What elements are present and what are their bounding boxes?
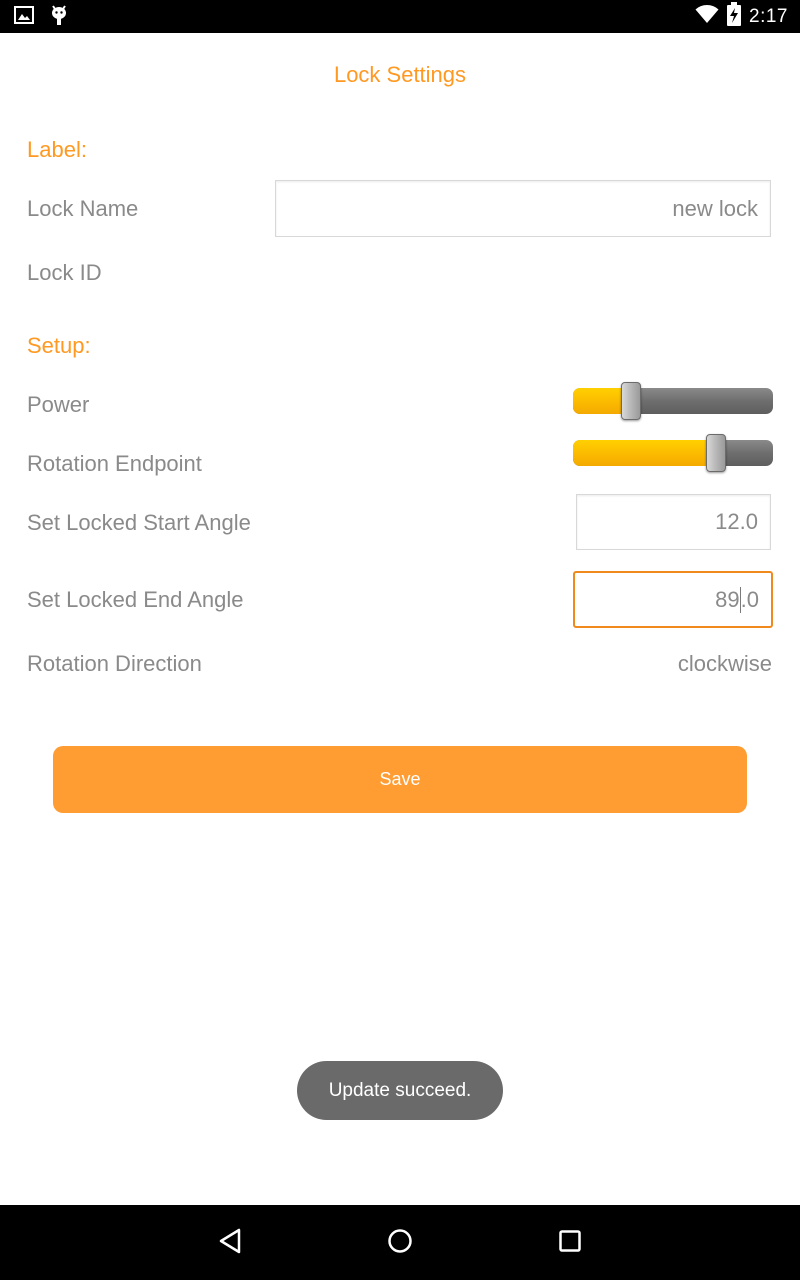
back-icon [217,1227,243,1260]
end-angle-value-before-cursor: 89 [715,586,740,612]
rotation-endpoint-slider[interactable] [573,434,773,472]
power-slider[interactable] [573,382,773,420]
power-label: Power [27,392,90,417]
end-angle-value-after-cursor: .0 [740,586,759,612]
power-slider-thumb[interactable] [621,382,641,420]
end-angle-input[interactable]: 89.0 [573,571,773,628]
recents-button[interactable] [550,1223,590,1263]
home-icon [387,1228,413,1259]
image-icon [14,5,34,29]
recents-icon [558,1229,582,1258]
toast-message: Update succeed. [297,1061,503,1120]
rotation-endpoint-label: Rotation Endpoint [27,451,202,476]
page-title: Lock Settings [333,62,467,87]
nav-bar [0,1205,800,1280]
lock-id-label: Lock ID [27,260,102,285]
rotation-endpoint-slider-fill [573,440,716,466]
label-section-header: Label: [27,137,87,162]
lock-name-input[interactable]: new lock [275,180,771,237]
setup-section-header: Setup: [27,333,91,358]
status-left-icons [14,4,68,31]
end-angle-label: Set Locked End Angle [27,587,244,612]
wifi-icon [695,4,719,29]
rotation-direction-value[interactable]: clockwise [678,651,772,677]
save-button[interactable]: Save [53,746,747,813]
status-right-icons: 2:17 [695,2,788,31]
back-button[interactable] [210,1223,250,1263]
rotation-direction-label: Rotation Direction [27,651,202,676]
lock-name-label: Lock Name [27,196,139,221]
status-time: 2:17 [749,5,788,27]
status-bar: 2:17 [0,0,800,33]
battery-charging-icon [727,2,742,31]
start-angle-value: 12.0 [715,509,758,534]
start-angle-input[interactable]: 12.0 [576,494,771,550]
android-debug-icon [50,4,68,31]
start-angle-label: Set Locked Start Angle [27,510,251,535]
rotation-endpoint-slider-thumb[interactable] [706,434,726,472]
lock-name-value: new lock [672,195,758,221]
home-button[interactable] [380,1223,420,1263]
